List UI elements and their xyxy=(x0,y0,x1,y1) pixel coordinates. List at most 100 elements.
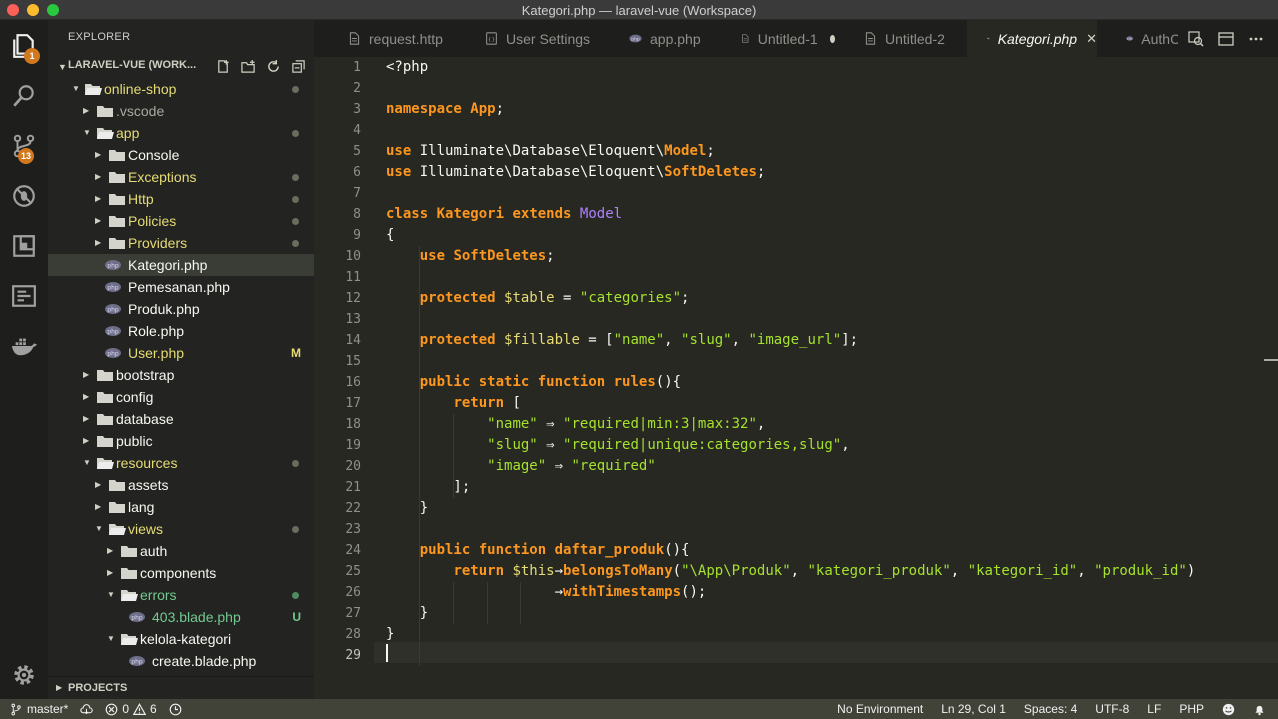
code-line[interactable]: ]; xyxy=(386,477,1266,498)
tree-folder[interactable]: ▶ lang xyxy=(48,496,314,518)
problems-status[interactable]: 0 6 xyxy=(105,702,157,716)
debug-activity-button[interactable] xyxy=(0,172,48,220)
tree-folder[interactable]: ▶ public xyxy=(48,430,314,452)
code-area[interactable]: <?php namespace App; use Illuminate\Databa… xyxy=(386,57,1266,666)
code-line[interactable]: } xyxy=(386,603,1266,624)
settings-activity-button[interactable] xyxy=(0,651,48,699)
code-line[interactable]: use Illuminate\Database\Eloquent\SoftDel… xyxy=(386,162,1266,183)
tree-file[interactable]: php Pemesanan.php xyxy=(48,276,314,298)
tree-folder[interactable]: ▶ Policies xyxy=(48,210,314,232)
code-line[interactable]: protected $fillable = ["name", "slug", "… xyxy=(386,330,1266,351)
editor-tab[interactable]: php AuthCo xyxy=(1106,20,1188,57)
tree-folder[interactable]: ▼ views xyxy=(48,518,314,540)
editor-tab[interactable]: Untitled-1 xyxy=(721,20,835,57)
code-line[interactable]: use SoftDeletes; xyxy=(386,246,1266,267)
tree-folder[interactable]: ▶ assets xyxy=(48,474,314,496)
indentation-status[interactable]: Spaces: 4 xyxy=(1024,702,1077,716)
tree-file[interactable]: php 403.blade.php U xyxy=(48,606,314,628)
tree-folder[interactable]: ▼ online-shop xyxy=(48,78,314,100)
tree-folder[interactable]: ▶ .vscode xyxy=(48,100,314,122)
code-line[interactable]: { xyxy=(386,225,1266,246)
git-branch-status[interactable]: master* xyxy=(10,702,68,716)
scrollbar-position-indicator[interactable] xyxy=(1264,359,1278,361)
notifications-button[interactable] xyxy=(1253,703,1266,716)
tree-folder[interactable]: ▶ Providers xyxy=(48,232,314,254)
tree-folder[interactable]: ▶ config xyxy=(48,386,314,408)
history-button[interactable] xyxy=(169,703,182,716)
code-line[interactable]: "slug" ⇒ "required|unique:categories,slu… xyxy=(386,435,1266,456)
code-line[interactable]: →withTimestamps(); xyxy=(386,582,1266,603)
tree-file[interactable]: php Kategori.php xyxy=(48,254,314,276)
tree-folder[interactable]: ▶ auth xyxy=(48,540,314,562)
tree-folder[interactable]: ▼ kelola-kategori xyxy=(48,628,314,650)
close-icon[interactable]: ✕ xyxy=(1086,31,1097,47)
code-line[interactable]: "name" ⇒ "required|min:3|max:32", xyxy=(386,414,1266,435)
tree-file[interactable]: php Role.php xyxy=(48,320,314,342)
code-line[interactable]: "image" ⇒ "required" xyxy=(386,456,1266,477)
source-control-activity-button[interactable]: 13 xyxy=(0,122,48,170)
tree-folder[interactable]: ▼ errors xyxy=(48,584,314,606)
code-line[interactable]: public static function rules(){ xyxy=(386,372,1266,393)
encoding-status[interactable]: UTF-8 xyxy=(1095,702,1129,716)
tree-file[interactable]: php User.php M xyxy=(48,342,314,364)
eol-status[interactable]: LF xyxy=(1147,702,1161,716)
editor-tab[interactable]: php app.php xyxy=(609,20,713,57)
code-line[interactable]: public function daftar_produk(){ xyxy=(386,540,1266,561)
tree-folder[interactable]: ▶ database xyxy=(48,408,314,430)
code-line[interactable] xyxy=(386,519,1266,540)
open-changes-icon[interactable] xyxy=(1188,30,1204,47)
code-line[interactable]: return [ xyxy=(386,393,1266,414)
code-line[interactable]: } xyxy=(386,498,1266,519)
tree-file[interactable]: php Produk.php xyxy=(48,298,314,320)
tree-folder[interactable]: ▶ components xyxy=(48,562,314,584)
editor-tab[interactable]: request.http xyxy=(328,20,456,57)
feedback-button[interactable] xyxy=(1222,703,1235,716)
cursor-position-status[interactable]: Ln 29, Col 1 xyxy=(941,702,1006,716)
editor-tab[interactable]: php Kategori.php ✕ xyxy=(967,20,1097,57)
code-line[interactable]: } xyxy=(386,624,1266,645)
output-panel-activity-button[interactable] xyxy=(0,272,48,320)
code-line[interactable] xyxy=(386,351,1266,372)
projects-section-header[interactable]: ▶ PROJECTS xyxy=(48,676,314,699)
code-line[interactable]: return $this→belongsToMany("\App\Produk"… xyxy=(386,561,1266,582)
tree-folder[interactable]: ▶ Exceptions xyxy=(48,166,314,188)
editor-tab[interactable]: Untitled-2 xyxy=(844,20,958,57)
code-line[interactable] xyxy=(386,120,1266,141)
sync-button[interactable] xyxy=(80,703,94,716)
code-line[interactable] xyxy=(386,267,1266,288)
code-line[interactable] xyxy=(386,78,1266,99)
tree-folder[interactable]: ▼ app xyxy=(48,122,314,144)
code-line[interactable]: use Illuminate\Database\Eloquent\Model; xyxy=(386,141,1266,162)
code-line[interactable]: protected $table = "categories"; xyxy=(386,288,1266,309)
more-actions-icon[interactable] xyxy=(1248,31,1264,47)
code-line[interactable] xyxy=(386,183,1266,204)
unsaved-dot-icon[interactable] xyxy=(829,34,835,43)
code-editor[interactable]: 1 2 3 4 5 6 7 8 9 10 11 12 13 14 15 16 17 18 19 20 21 22 23 24 2… xyxy=(314,57,1278,699)
tree-folder[interactable]: ▶ bootstrap xyxy=(48,364,314,386)
php-file-icon: php xyxy=(105,348,121,358)
tree-file[interactable]: php create.blade.php xyxy=(48,650,314,672)
docker-activity-button[interactable] xyxy=(0,322,48,370)
search-activity-button[interactable] xyxy=(0,72,48,120)
code-line[interactable]: class Kategori extends Model xyxy=(386,204,1266,225)
tree-folder[interactable]: ▶ Http xyxy=(48,188,314,210)
tree-folder[interactable]: ▶ Console xyxy=(48,144,314,166)
code-line[interactable] xyxy=(386,645,1266,666)
new-folder-icon[interactable] xyxy=(241,59,256,74)
code-token: namespace xyxy=(386,101,462,117)
code-line[interactable]: namespace App; xyxy=(386,99,1266,120)
explorer-activity-button[interactable]: 1 xyxy=(0,22,48,70)
language-mode-status[interactable]: PHP xyxy=(1179,702,1204,716)
new-file-icon[interactable] xyxy=(216,59,231,74)
extensions-activity-button[interactable] xyxy=(0,222,48,270)
tree-folder[interactable]: ▼ resources xyxy=(48,452,314,474)
editor-tab[interactable]: {} User Settings xyxy=(465,20,601,57)
refresh-icon[interactable] xyxy=(266,59,281,74)
code-line[interactable]: <?php xyxy=(386,57,1266,78)
collapse-all-icon[interactable] xyxy=(291,59,306,74)
split-editor-icon[interactable] xyxy=(1218,31,1234,47)
environment-status[interactable]: No Environment xyxy=(837,702,923,716)
code-line[interactable] xyxy=(386,309,1266,330)
workspace-section-header[interactable]: ▼ LARAVEL-VUE (WORK... xyxy=(48,56,314,78)
